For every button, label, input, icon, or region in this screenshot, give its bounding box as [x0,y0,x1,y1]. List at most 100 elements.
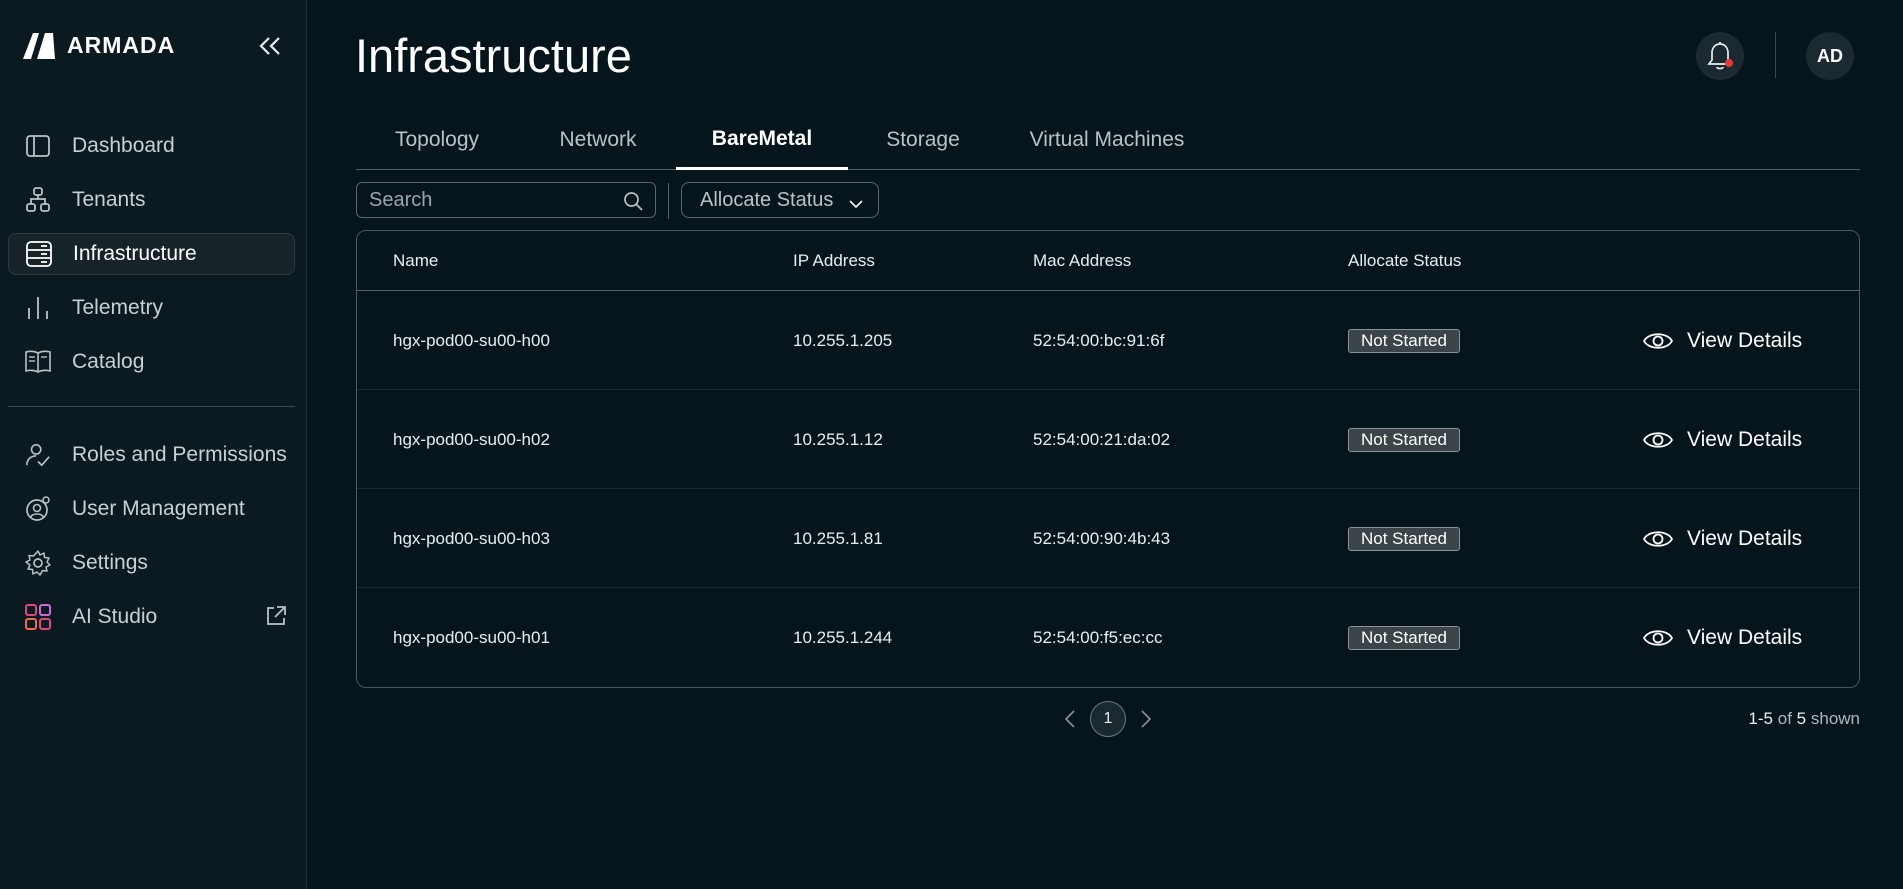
nav-divider [8,406,295,407]
eye-icon [1643,629,1673,646]
sidebar-item-label: AI Studio [72,605,158,628]
cell-name: hgx-pod00-su00-h00 [393,330,550,350]
sidebar-item-telemetry[interactable]: Telemetry [8,287,295,329]
results-shown: shown [1810,709,1860,728]
cell-ip-address: 10.255.1.81 [793,528,883,548]
sidebar-item-label: Settings [72,551,148,574]
sidebar-item-settings[interactable]: Settings [8,542,295,584]
panel-icon [25,133,51,159]
results-total: 5 [1796,709,1807,728]
double-chevron-left-icon [259,37,280,55]
cell-ip-address: 10.255.1.205 [793,330,893,350]
status-badge: Not Started [1348,427,1460,452]
cell-mac-address: 52:54:00:f5:ec:cc [1033,627,1163,647]
search-icon[interactable] [623,191,643,216]
eye-icon [1643,332,1673,349]
armada-logo-icon [23,33,55,59]
view-details-button[interactable]: View Details [1643,489,1802,588]
armada-logo[interactable]: ARMADA [21,28,175,62]
search-box [356,182,656,218]
cell-name: hgx-pod00-su00-h03 [393,528,550,548]
baremetal-table: Name IP Address Mac Address Allocate Sta… [356,230,1860,688]
hierarchy-icon [25,187,51,213]
sidebar-item-label: Roles and Permissions [72,443,287,466]
view-details-label: View Details [1687,427,1803,451]
sidebar-item-label: User Management [72,497,245,520]
notification-dot [1725,59,1733,67]
sidebar-item-label: Dashboard [72,134,175,157]
avatar[interactable]: AD [1806,32,1854,80]
notifications-button[interactable] [1696,32,1744,80]
results-count: 1-5 of 5 shown [1748,709,1860,729]
table-row: hgx-pod00-su00-h02 10.255.1.12 52:54:00:… [357,390,1859,489]
column-header-ip-address: IP Address [793,251,875,270]
external-link-icon[interactable] [265,605,287,633]
tab-baremetal[interactable]: BareMetal [676,110,848,170]
view-details-label: View Details [1687,526,1803,550]
allocate-status-filter[interactable]: Allocate Status [681,182,879,218]
sidebar-item-roles-and-permissions[interactable]: Roles and Permissions [8,434,295,476]
view-details-button[interactable]: View Details [1643,291,1802,390]
table-header: Name IP Address Mac Address Allocate Sta… [357,231,1859,291]
eye-icon [1643,431,1673,448]
cell-ip-address: 10.255.1.12 [793,429,883,449]
sidebar-item-label: Infrastructure [73,242,197,265]
tab-network[interactable]: Network [518,110,678,170]
sidebar-item-label: Telemetry [72,296,164,319]
cell-name: hgx-pod00-su00-h02 [393,429,550,449]
cell-ip-address: 10.255.1.244 [793,627,893,647]
sidebar-item-user-management[interactable]: User Management [8,488,295,530]
search-input[interactable] [369,188,619,212]
sidebar: ARMADA Dashboard Tenants Infrastructure [0,0,307,889]
tab-topology[interactable]: Topology [356,110,518,170]
chevron-left-icon[interactable] [1060,701,1080,737]
chevron-right-icon[interactable] [1136,701,1156,737]
sidebar-item-catalog[interactable]: Catalog [8,341,295,383]
tab-bar: Topology Network BareMetal Storage Virtu… [356,110,1860,170]
collapse-sidebar-button[interactable] [254,30,286,62]
primary-nav: Dashboard Tenants Infrastructure Telemet… [8,125,295,395]
server-icon [26,241,52,267]
tab-virtual-machines[interactable]: Virtual Machines [998,110,1216,170]
page-title: Infrastructure [355,29,632,82]
user-gear-icon [25,496,51,522]
sidebar-item-label: Catalog [72,350,145,373]
logo-text: ARMADA [67,31,176,58]
cell-mac-address: 52:54:00:bc:91:6f [1033,330,1165,350]
header-divider [1775,32,1776,78]
sidebar-item-ai-studio[interactable]: AI Studio [8,596,295,638]
grid-icon [25,604,51,630]
results-range: 1-5 [1748,709,1773,728]
gear-icon [25,550,51,576]
secondary-nav: Roles and Permissions User Management Se… [8,434,295,650]
book-icon [25,349,51,375]
chevron-down-icon [848,193,864,216]
column-header-name: Name [393,251,439,270]
table-row: hgx-pod00-su00-h03 10.255.1.81 52:54:00:… [357,489,1859,588]
sidebar-item-infrastructure[interactable]: Infrastructure [8,233,295,275]
view-details-button[interactable]: View Details [1643,588,1802,687]
bar-chart-icon [25,295,51,321]
sidebar-item-dashboard[interactable]: Dashboard [8,125,295,167]
pagination: 1 [1060,701,1156,737]
view-details-button[interactable]: View Details [1643,390,1802,489]
users-check-icon [25,442,51,468]
column-header-mac-address: Mac Address [1033,251,1132,270]
toolbar-divider [668,183,669,219]
filter-label: Allocate Status [700,188,834,211]
page-number-button[interactable]: 1 [1090,701,1126,737]
tab-storage[interactable]: Storage [848,110,998,170]
cell-mac-address: 52:54:00:21:da:02 [1033,429,1171,449]
cell-name: hgx-pod00-su00-h01 [393,627,550,647]
cell-mac-address: 52:54:00:90:4b:43 [1033,528,1171,548]
eye-icon [1643,530,1673,547]
table-row: hgx-pod00-su00-h01 10.255.1.244 52:54:00… [357,588,1859,687]
results-of: of [1777,709,1792,728]
view-details-label: View Details [1687,625,1803,649]
sidebar-item-tenants[interactable]: Tenants [8,179,295,221]
sidebar-item-label: Tenants [72,188,146,211]
view-details-label: View Details [1687,328,1803,352]
status-badge: Not Started [1348,625,1460,650]
column-header-allocate-status: Allocate Status [1348,251,1462,270]
table-row: hgx-pod00-su00-h00 10.255.1.205 52:54:00… [357,291,1859,390]
